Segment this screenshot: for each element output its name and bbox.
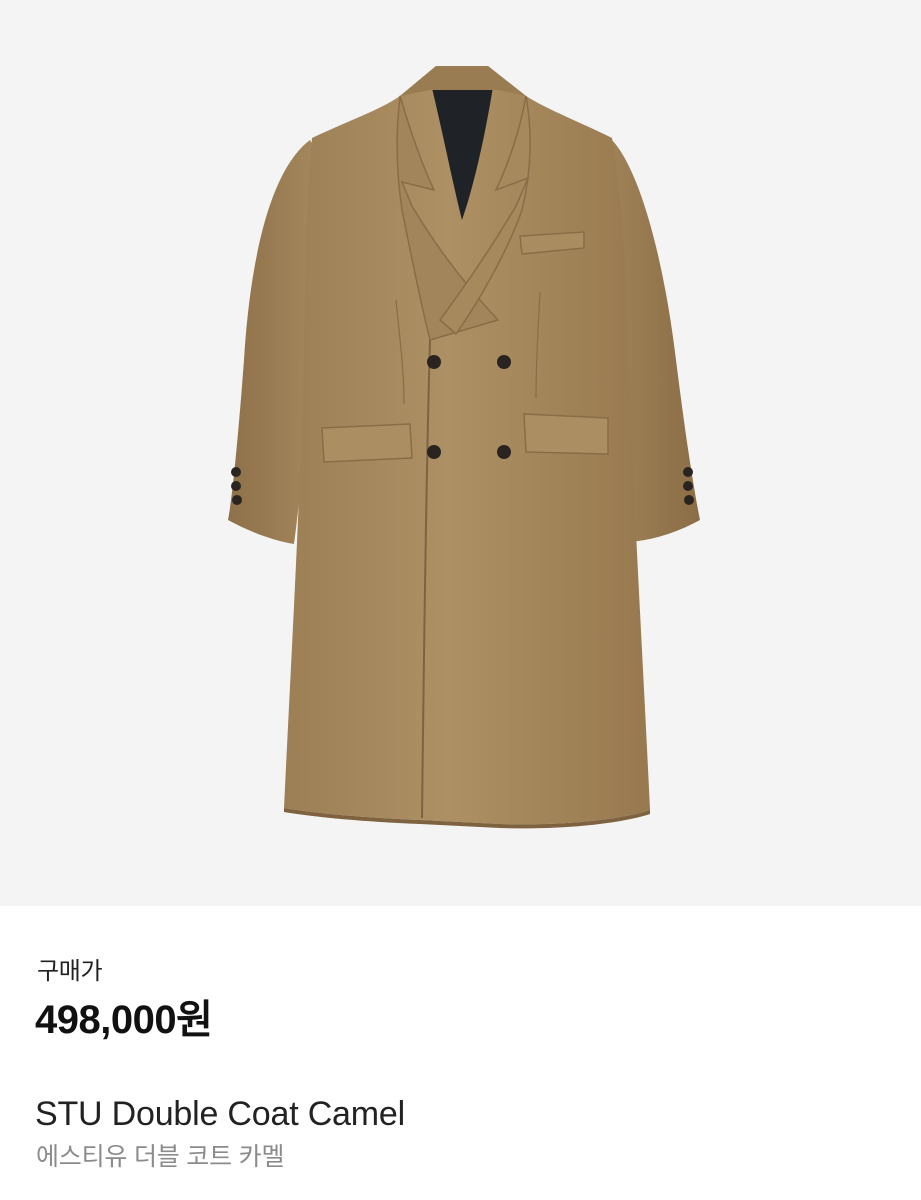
- button: [427, 445, 441, 459]
- coat-image: [228, 66, 700, 829]
- product-image[interactable]: [0, 0, 921, 906]
- product-name[interactable]: STU Double Coat Camel: [35, 1092, 405, 1136]
- button: [427, 355, 441, 369]
- button: [497, 445, 511, 459]
- price-label: 구매가: [37, 958, 103, 985]
- right-flap-pocket: [523, 413, 609, 455]
- price-value: 498,000원: [35, 998, 213, 1042]
- button: [497, 355, 511, 369]
- product-name-korean: 에스티유 더블 코트 카멜: [36, 1143, 285, 1171]
- product-info: 구매가 498,000원 STU Double Coat Camel 에스티유 …: [0, 906, 921, 1200]
- left-flap-pocket: [321, 423, 413, 463]
